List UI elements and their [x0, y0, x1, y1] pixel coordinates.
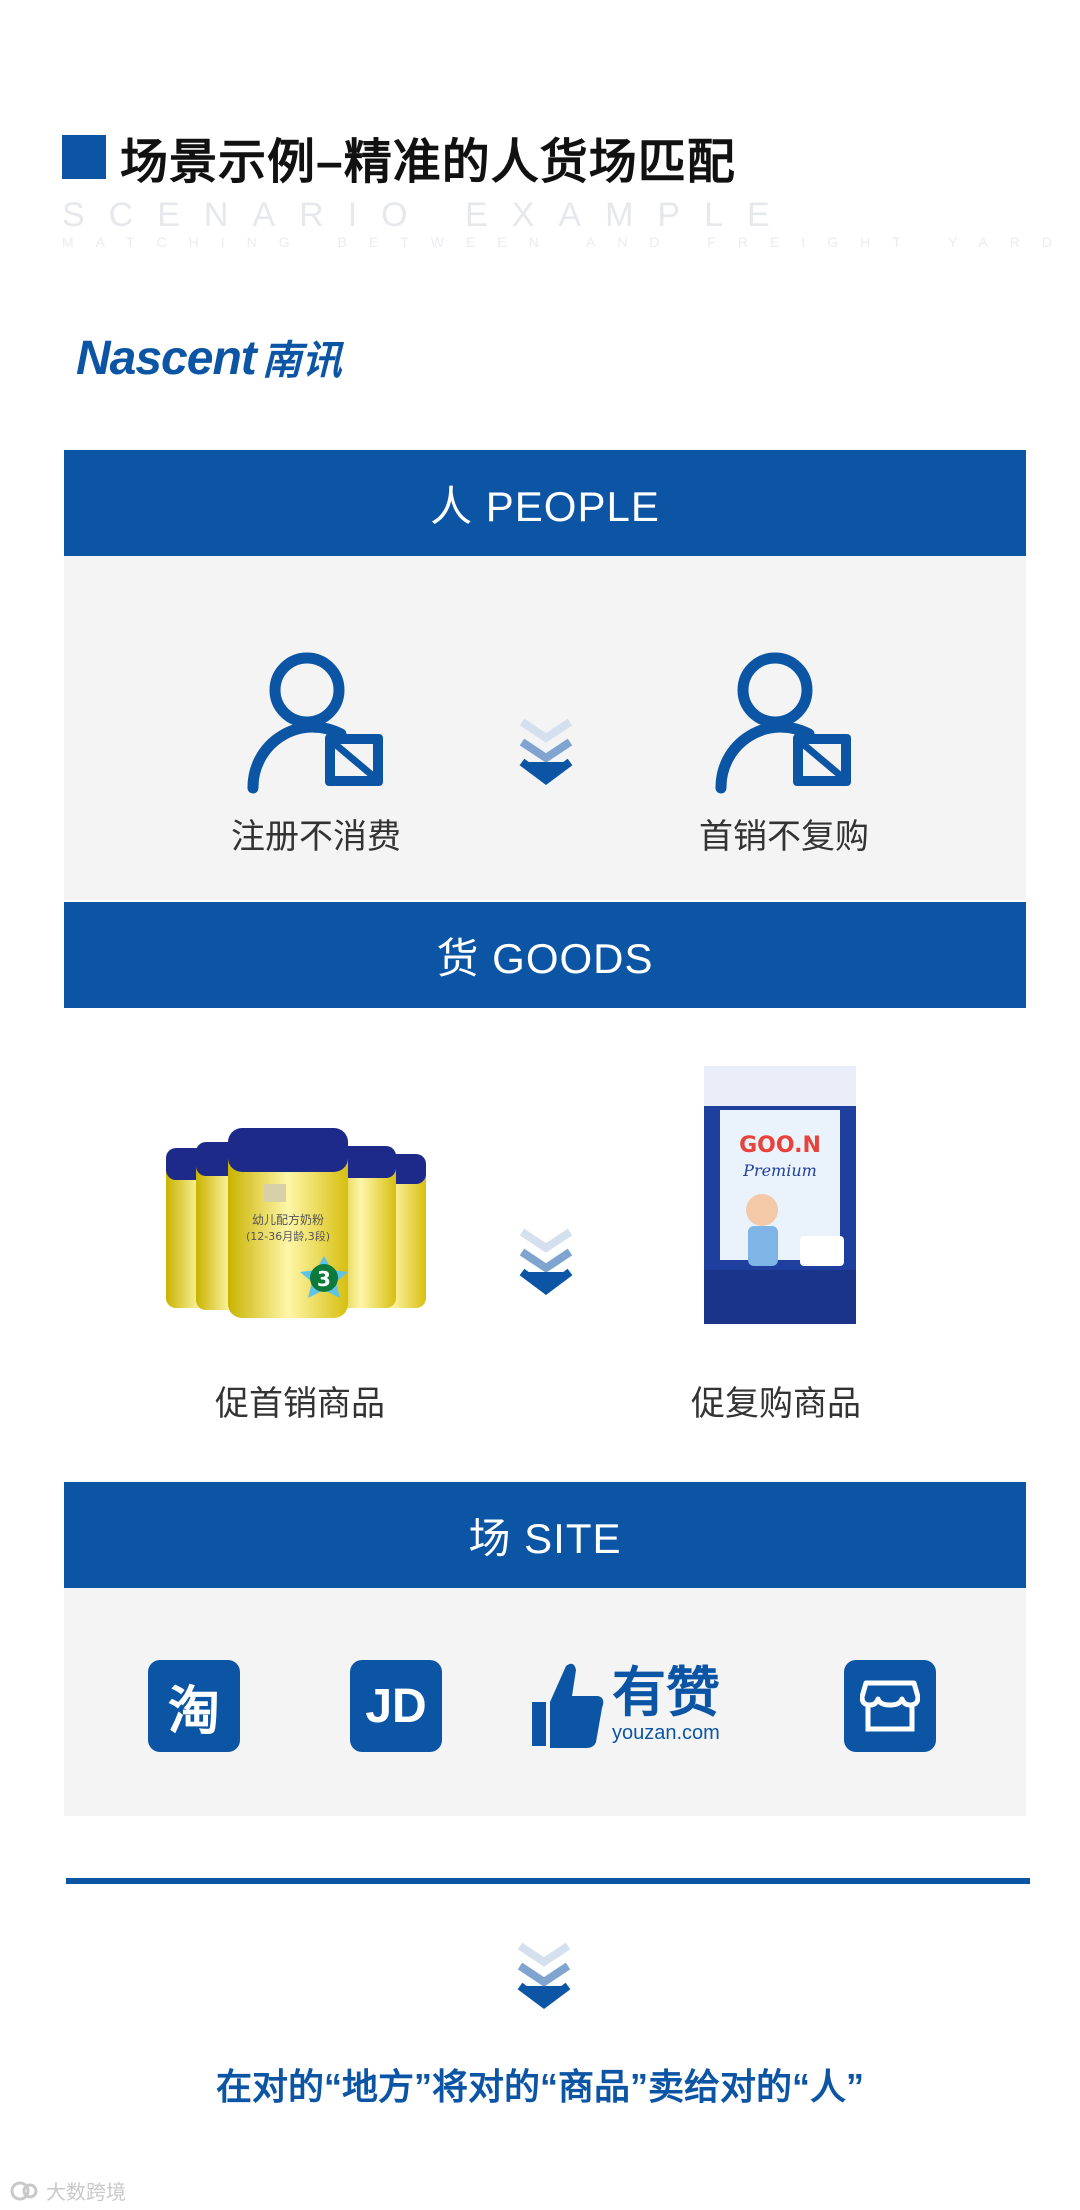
formula-can-icon: 幼儿配方奶粉 (12-36月龄,3段) 3 [166, 1128, 426, 1318]
goods-right-caption: 促复购商品 [691, 1385, 861, 1423]
watermark: 大数跨境 [10, 2176, 126, 2205]
storefront-icon[interactable] [844, 1660, 936, 1752]
slogan: 在对的“地方”将对的“商品”卖给对的“人” [215, 2066, 864, 2107]
formula-cans-image: 幼儿配方奶粉 (12-36月龄,3段) 3 [156, 1128, 436, 1328]
section-divider [66, 1878, 1030, 1884]
nascent-logo: Na scent 南讯 [76, 332, 342, 385]
subtitle-small: MATCHING BETWEEN AND FREIGHT YARD [62, 234, 1074, 250]
people-band: 人 PEOPLE [64, 450, 1026, 556]
people-left-caption: 注册不消费 [231, 818, 401, 856]
chevron-down-icon [517, 1942, 571, 2009]
diaper-pack-icon: GOO.N Premium [704, 1066, 856, 1324]
youzan-domain: youzan.com [612, 1721, 720, 1744]
svg-text:3: 3 [317, 1267, 331, 1291]
svg-text:Premium: Premium [742, 1161, 817, 1180]
page-title: 场景示例–精准的人货场匹配 [120, 136, 736, 189]
section-title: 场景示例–精准的人货场匹配 [62, 122, 736, 192]
svg-text:幼儿配方奶粉: 幼儿配方奶粉 [252, 1212, 324, 1227]
title-marker [62, 135, 106, 179]
svg-text:(12-36月龄,3段): (12-36月龄,3段) [246, 1229, 330, 1243]
diaper-pack-image: GOO.N Premium [700, 1060, 860, 1330]
user-blocked-icon [247, 652, 383, 794]
watermark-logo-icon [10, 2181, 38, 2200]
people-left-item: 注册不消费 [206, 646, 426, 858]
site-band: 场 SITE [64, 1482, 1026, 1588]
youzan-name: 有赞 [612, 1662, 720, 1723]
user-blocked-icon [715, 652, 851, 794]
youzan-logo[interactable]: 有赞 youzan.com [530, 1658, 720, 1750]
jd-icon[interactable]: JD [350, 1660, 442, 1752]
goods-left-caption: 促首销商品 [215, 1385, 385, 1423]
taobao-icon[interactable]: 淘 [148, 1660, 240, 1752]
svg-text:GOO.N: GOO.N [739, 1133, 821, 1158]
subtitle-en: SCENARIO EXAMPLE [62, 196, 794, 234]
people-right-caption: 首销不复购 [699, 818, 869, 856]
people-panel: 注册不消费 首销不复购 [64, 556, 1026, 900]
goods-band: 货 GOODS [64, 902, 1026, 1008]
chevron-down-icon [519, 718, 573, 785]
people-right-item: 首销不复购 [674, 646, 894, 858]
chevron-down-icon [519, 1228, 573, 1295]
site-panel: 淘 JD 有赞 youzan.com [64, 1588, 1026, 1816]
thumbs-up-icon [532, 1663, 604, 1748]
